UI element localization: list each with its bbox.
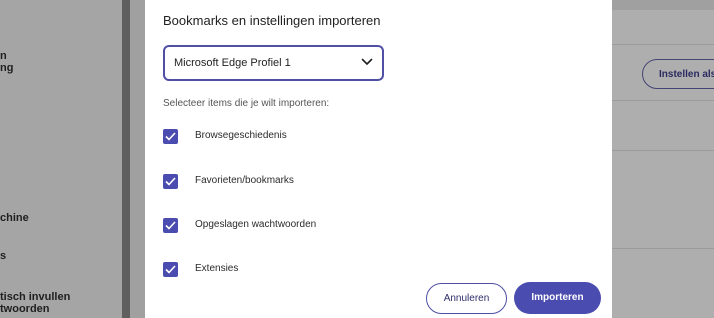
option-browsing-history[interactable]: Browsegeschiedenis — [163, 129, 383, 145]
card-divider — [596, 44, 714, 45]
dialog-title: Bookmarks en instellingen importeren — [163, 13, 381, 28]
card-divider — [596, 150, 714, 151]
checkbox-favorites[interactable] — [163, 174, 178, 189]
import-dialog: Bookmarks en instellingen importeren Mic… — [145, 0, 612, 318]
profile-select-value: Microsoft Edge Profiel 1 — [174, 57, 291, 69]
chevron-down-icon — [361, 58, 373, 65]
option-label: Opgeslagen wachtwoorden — [195, 219, 317, 230]
option-label: Extensies — [195, 263, 239, 274]
option-saved-passwords[interactable]: Opgeslagen wachtwoorden — [163, 218, 383, 234]
card-divider — [596, 248, 714, 249]
app-window: n ng chine s tisch invullen twoorden Ins… — [0, 0, 714, 318]
option-label: Favorieten/bookmarks — [195, 175, 294, 186]
sidebar-item-autofill[interactable]: tisch invullen twoorden — [0, 291, 70, 315]
option-favorites[interactable]: Favorieten/bookmarks — [163, 174, 383, 190]
settings-card — [596, 10, 714, 318]
checkbox-saved-passwords[interactable] — [163, 218, 178, 233]
sidebar-divider — [122, 0, 130, 318]
card-divider — [596, 100, 714, 101]
checkbox-browsing-history[interactable] — [163, 129, 178, 144]
option-extensions[interactable]: Extensies — [163, 262, 383, 278]
sidebar-item-profiles[interactable]: n ng — [0, 50, 13, 74]
checkbox-extensions[interactable] — [163, 262, 178, 277]
sidebar-item-s[interactable]: s — [0, 250, 6, 262]
profile-select[interactable]: Microsoft Edge Profiel 1 — [163, 45, 384, 81]
check-icon — [165, 265, 176, 274]
import-button[interactable]: Importeren — [514, 282, 601, 314]
check-icon — [165, 221, 176, 230]
import-instruction: Selecteer items die je wilt importeren: — [163, 98, 330, 109]
option-label: Browsegeschiedenis — [195, 130, 287, 141]
settings-sidebar — [0, 0, 122, 318]
cancel-button[interactable]: Annuleren — [426, 283, 507, 314]
set-default-button[interactable]: Instellen als — [642, 59, 714, 89]
check-icon — [165, 177, 176, 186]
check-icon — [165, 132, 176, 141]
sidebar-item-machine[interactable]: chine — [0, 212, 29, 224]
